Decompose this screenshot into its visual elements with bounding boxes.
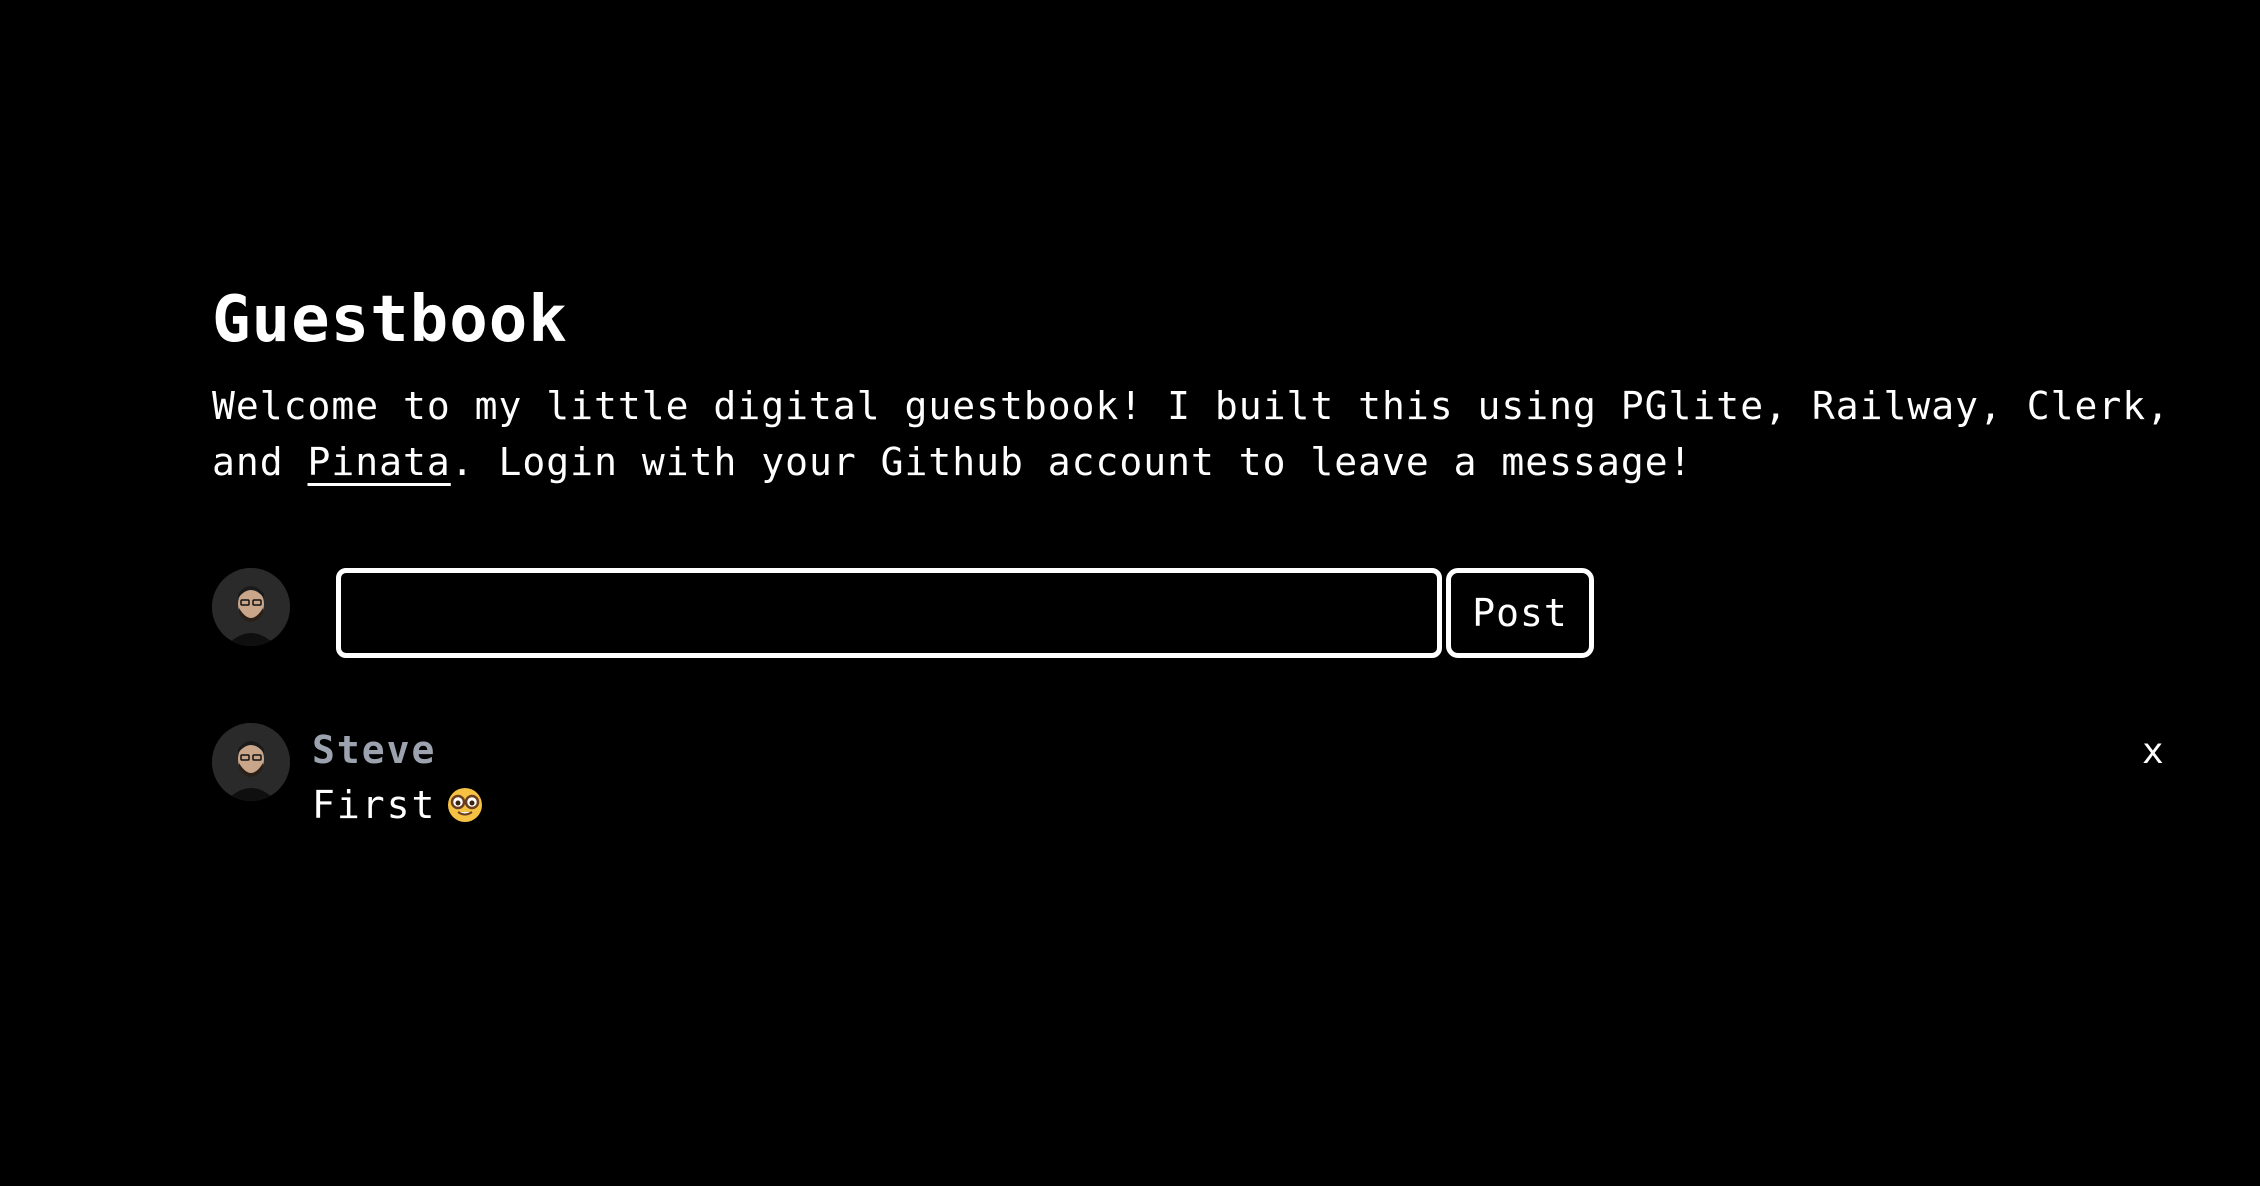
intro-text-end: . Login with your Github account to leav… <box>450 440 1693 484</box>
pinata-link[interactable]: Pinata <box>308 440 451 484</box>
guestbook-entry: Steve First x <box>212 723 2172 833</box>
nerd-face-icon <box>448 788 483 822</box>
delete-entry-button[interactable]: x <box>2142 725 2164 779</box>
message-input[interactable] <box>336 568 1442 658</box>
message-composer: Post <box>212 568 1612 660</box>
post-button[interactable]: Post <box>1446 568 1594 658</box>
entry-author-name: Steve <box>312 728 437 772</box>
page-title: Guestbook <box>212 283 568 357</box>
avatar <box>212 723 290 801</box>
user-avatar-icon <box>212 723 290 801</box>
user-avatar-icon <box>212 568 290 646</box>
intro-text: Welcome to my little digital guestbook! … <box>212 378 2172 490</box>
guestbook-container: Guestbook Welcome to my little digital g… <box>212 280 2172 827</box>
avatar <box>212 568 290 646</box>
entry-message-text: First <box>312 783 437 827</box>
entry-message: First <box>312 777 484 833</box>
